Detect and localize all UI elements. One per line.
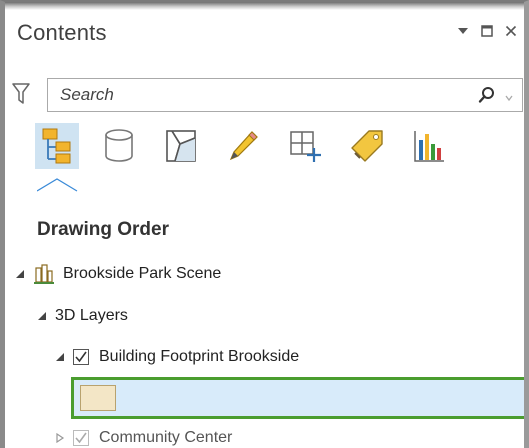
list-by-drawing-order-icon <box>42 128 71 164</box>
tree-row-community-center[interactable]: Community Center <box>55 424 232 448</box>
dropdown-caret-icon[interactable] <box>456 24 470 38</box>
contents-pane: Contents Search Drawing Order Brookside … <box>0 0 529 448</box>
maximize-icon[interactable] <box>480 24 494 38</box>
group-label: 3D Layers <box>55 307 128 324</box>
layer-visibility-checkbox[interactable] <box>73 430 89 446</box>
tree-row-building-footprint[interactable]: Building Footprint Brookside <box>55 343 299 371</box>
filter-icon[interactable] <box>12 82 30 106</box>
pane-controls <box>456 24 518 38</box>
list-by-data-source-button[interactable] <box>93 120 155 172</box>
list-view-toolbar <box>31 120 465 172</box>
chevron-down-icon[interactable] <box>504 90 514 102</box>
pane-title: Contents <box>17 20 107 45</box>
checkmark-icon <box>75 351 87 363</box>
list-by-selection-icon <box>166 130 196 162</box>
layer-label: Building Footprint Brookside <box>99 348 300 365</box>
layer-visibility-checkbox[interactable] <box>73 349 89 365</box>
expand-triangle-icon[interactable] <box>15 269 25 279</box>
list-by-charts-button[interactable] <box>403 120 465 172</box>
selected-symbol-row[interactable] <box>71 377 524 419</box>
close-icon[interactable] <box>504 24 518 38</box>
list-by-drawing-order-button[interactable] <box>31 120 93 172</box>
section-title: Drawing Order <box>37 219 169 240</box>
active-tab-indicator <box>37 178 78 192</box>
list-by-selection-button[interactable] <box>155 120 217 172</box>
list-by-snapping-button[interactable] <box>279 120 341 172</box>
polygon-symbol-swatch[interactable] <box>80 385 116 411</box>
search-input[interactable] <box>48 79 448 111</box>
list-by-charts-icon <box>414 131 444 162</box>
search-box <box>47 78 523 112</box>
list-by-editing-icon <box>229 131 258 161</box>
list-by-data-source-icon <box>105 129 133 162</box>
search-icon[interactable] <box>478 86 496 104</box>
list-by-labeling-button[interactable] <box>341 120 403 172</box>
list-by-snapping-icon <box>290 131 321 162</box>
tree-row-3d-layers[interactable]: 3D Layers <box>37 302 128 330</box>
checkmark-icon <box>75 432 87 444</box>
expand-triangle-icon[interactable] <box>55 352 65 362</box>
collapse-triangle-icon[interactable] <box>55 433 65 443</box>
scene-label: Brookside Park Scene <box>63 265 222 282</box>
expand-triangle-icon[interactable] <box>37 311 47 321</box>
next-layer-label: Community Center <box>99 429 233 446</box>
list-by-editing-button[interactable] <box>217 120 279 172</box>
tree-row-scene[interactable]: Brookside Park Scene <box>15 260 221 288</box>
list-by-labeling-icon <box>351 130 383 162</box>
top-border <box>5 2 524 10</box>
scene-icon <box>33 263 55 285</box>
